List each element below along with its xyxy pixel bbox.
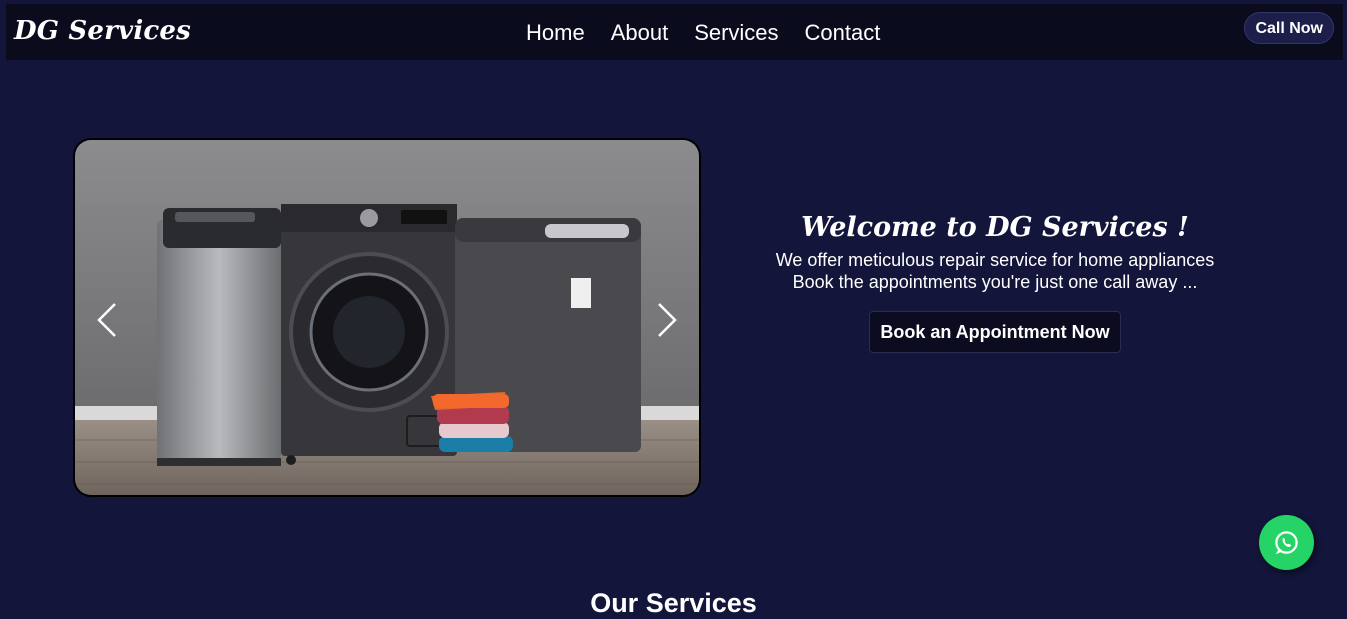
carousel-image — [75, 140, 699, 495]
hero-description-line2: Book the appointments you're just one ca… — [792, 272, 1198, 292]
navbar: DG Services Home About Services Contact … — [6, 4, 1343, 60]
services-heading: Our Services — [590, 588, 757, 618]
carousel-next-icon[interactable] — [651, 300, 681, 340]
brand-logo[interactable]: DG Services — [14, 16, 191, 46]
carousel-prev-icon[interactable] — [93, 300, 123, 340]
hero-text: Welcome to DG Services ! We offer meticu… — [720, 212, 1270, 353]
hero-carousel — [73, 138, 701, 497]
book-appointment-button[interactable]: Book an Appointment Now — [869, 311, 1121, 353]
whatsapp-button[interactable] — [1259, 515, 1314, 570]
nav-link-services[interactable]: Services — [694, 20, 778, 46]
call-now-button[interactable]: Call Now — [1244, 12, 1334, 44]
hero-description-line1: We offer meticulous repair service for h… — [775, 250, 1215, 270]
hero-title: Welcome to DG Services ! — [801, 212, 1189, 243]
whatsapp-icon — [1275, 531, 1298, 555]
nav-link-about[interactable]: About — [611, 20, 669, 46]
nav-link-contact[interactable]: Contact — [805, 20, 881, 46]
nav-links: Home About Services Contact — [526, 20, 880, 46]
nav-link-home[interactable]: Home — [526, 20, 585, 46]
